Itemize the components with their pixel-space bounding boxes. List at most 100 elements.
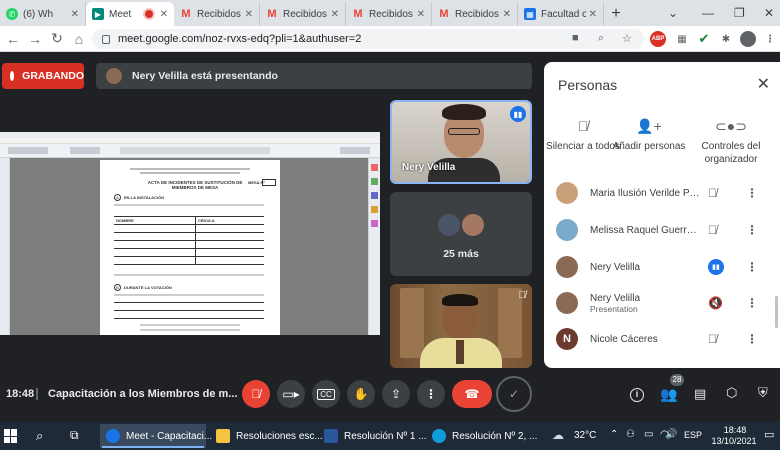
document-page: ACTA DE INCIDENTES DE SUSTITUCIÓN DE MIE…	[100, 160, 280, 335]
mic-off-icon[interactable]: 🎙̸	[708, 332, 717, 346]
zoom-icon[interactable]: ⌕	[598, 32, 604, 45]
close-window-button[interactable]: ✕	[764, 0, 774, 26]
camera-icon[interactable]: ■	[572, 32, 579, 44]
participant-row[interactable]: N Nicole Cáceres 🎙̸ ⋮	[556, 322, 768, 356]
puzzle-icon[interactable]: ✱	[718, 31, 734, 47]
meeting-controls: 18:48 Capacitación a los Miembros de m..…	[0, 370, 780, 422]
show-hidden-icons[interactable]: ⌃	[610, 429, 618, 440]
panel-scrollbar[interactable]	[775, 296, 778, 328]
host-controls-button[interactable]: ⊂●⊃ Controles del organizador	[692, 118, 770, 166]
tray-app-icon[interactable]: ⚇	[626, 429, 635, 440]
confirm-button[interactable]: ✓	[496, 376, 532, 412]
present-button[interactable]: ⇪	[382, 380, 410, 408]
gmail-icon: M	[439, 8, 449, 20]
clock-time[interactable]: 18:48	[710, 425, 760, 435]
meeting-time: 18:48	[6, 388, 35, 400]
menu-kebab-icon[interactable]: ⋮	[762, 31, 778, 47]
close-panel-icon[interactable]: ✕	[757, 74, 770, 94]
new-tab-button[interactable]: +	[604, 2, 628, 26]
close-tab-icon[interactable]: ✕	[71, 9, 79, 20]
people-icon[interactable]: 👥	[660, 386, 677, 403]
participant-thumb-avatar	[436, 212, 462, 238]
participant-thumb-avatar	[460, 212, 486, 238]
mic-toggle-button[interactable]: 🎙̸	[242, 380, 270, 408]
taskbar-item-word[interactable]: Resolución Nº 1 ...	[320, 424, 427, 448]
check-extension-icon[interactable]: ✔	[696, 31, 712, 47]
weather-icon[interactable]: ☁	[552, 428, 564, 442]
participant-row[interactable]: Maria Ilusión Verilde Peral... 🎙̸ ⋮	[556, 176, 768, 210]
meeting-details-icon[interactable]: i	[630, 388, 644, 402]
taskbar-item-edge[interactable]: Resolución Nº 2, ...	[428, 424, 537, 448]
folder-icon	[216, 429, 230, 443]
more-options-icon[interactable]: ⋮	[746, 223, 758, 237]
tab-gmail-1[interactable]: M Recibidos ✕	[174, 2, 260, 26]
speaking-icon: ▮▮	[708, 259, 724, 275]
more-options-icon[interactable]: ⋮	[746, 260, 758, 274]
battery-icon[interactable]: ▭	[644, 429, 653, 440]
captions-button[interactable]: CC	[312, 380, 340, 408]
tab-gmail-2[interactable]: M Recibidos ✕	[260, 2, 346, 26]
close-tab-icon[interactable]: ✕	[331, 9, 339, 20]
shared-screen[interactable]: ACTA DE INCIDENTES DE SUSTITUCIÓN DE MIE…	[0, 132, 380, 335]
more-options-icon[interactable]: ⋮	[746, 332, 758, 346]
mic-off-icon[interactable]: 🎙̸	[708, 186, 717, 200]
language-indicator[interactable]: ESP	[684, 430, 702, 440]
acrobat-toolbar	[0, 144, 380, 158]
notifications-icon[interactable]: ▭	[764, 428, 774, 441]
task-view-icon[interactable]: ⧉	[70, 428, 79, 443]
back-icon[interactable]: ←	[2, 31, 24, 47]
search-icon[interactable]: ⌕	[36, 428, 43, 444]
add-person-icon: 👤+	[636, 118, 662, 134]
speaking-icon: ▮▮	[510, 106, 526, 122]
more-options-icon[interactable]: ⋮	[746, 186, 758, 200]
home-icon[interactable]: ⌂	[68, 31, 90, 47]
chrome-icon	[106, 429, 120, 443]
windows-start-icon[interactable]	[4, 429, 18, 443]
minimize-button[interactable]: —	[702, 0, 714, 26]
mic-off-icon[interactable]: 🎙̸	[708, 223, 717, 237]
volume-icon[interactable]: 🔊	[665, 429, 677, 440]
adblock-icon[interactable]: ABP	[650, 31, 666, 47]
tab-facultad[interactable]: ▦ Facultad c ✕	[518, 2, 604, 26]
tab-gmail-4[interactable]: M Recibidos ✕	[432, 2, 518, 26]
raise-hand-button[interactable]: ✋	[347, 380, 375, 408]
forward-icon[interactable]: →	[24, 31, 46, 47]
participant-row[interactable]: Nery Velilla ▮▮ ⋮	[556, 250, 768, 284]
reload-icon[interactable]: ↻	[46, 30, 68, 47]
host-controls-icon[interactable]: ⛨	[758, 385, 768, 401]
clock-date[interactable]: 13/10/2021	[706, 436, 762, 446]
taskbar-item-folder[interactable]: Resoluciones esc...	[212, 424, 323, 448]
more-options-button[interactable]: ⋮	[417, 380, 445, 408]
participant-row[interactable]: Nery Velilla Presentation 🔇 ⋮	[556, 286, 768, 320]
restore-button[interactable]: ❐	[734, 0, 745, 26]
gmail-icon: M	[353, 8, 363, 20]
participant-tile-presenter[interactable]: Nery Velilla ▮▮	[390, 100, 532, 184]
tab-gmail-3[interactable]: M Recibidos ✕	[346, 2, 432, 26]
participant-tile-more[interactable]: 25 más	[390, 192, 532, 276]
tab-meet[interactable]: ▶ Meet ✕	[86, 2, 174, 26]
close-tab-icon[interactable]: ✕	[160, 9, 168, 20]
toggle-icon: ⊂●⊃	[715, 118, 747, 134]
browser-toolbar: ← → ↻ ⌂ meet.google.com/noz-rvxs-edq?pli…	[0, 26, 780, 52]
activities-icon[interactable]: ⬡	[726, 385, 737, 401]
more-vert-icon: ⋮	[425, 387, 437, 401]
address-bar[interactable]: meet.google.com/noz-rvxs-edq?pli=1&authu…	[92, 29, 644, 49]
tab-whatsapp[interactable]: ✆ (6) Wh ✕	[0, 2, 86, 26]
close-tab-icon[interactable]: ✕	[417, 9, 425, 20]
taskbar-item-meet[interactable]: Meet - Capacitaci...	[100, 424, 212, 448]
edge-icon	[432, 429, 446, 443]
close-tab-icon[interactable]: ✕	[245, 9, 253, 20]
more-options-icon[interactable]: ⋮	[746, 296, 758, 310]
participant-row[interactable]: Melissa Raquel Guerrero ... 🎙̸ ⋮	[556, 213, 768, 247]
chat-icon[interactable]: ▤	[694, 386, 706, 402]
tab-search-icon[interactable]: ⌄	[668, 0, 678, 26]
participant-tile-camera[interactable]: 🎙̸	[390, 284, 532, 368]
add-people-button[interactable]: 👤+ Añadir personas	[610, 118, 688, 153]
camera-toggle-button[interactable]: ▭▸	[277, 380, 305, 408]
bookmark-star-icon[interactable]: ☆	[622, 32, 632, 45]
close-tab-icon[interactable]: ✕	[589, 9, 597, 20]
leave-call-button[interactable]: ☎	[452, 380, 492, 408]
extension-grid-icon[interactable]: ▦	[674, 31, 690, 47]
close-tab-icon[interactable]: ✕	[503, 9, 511, 20]
profile-avatar[interactable]	[740, 31, 756, 47]
